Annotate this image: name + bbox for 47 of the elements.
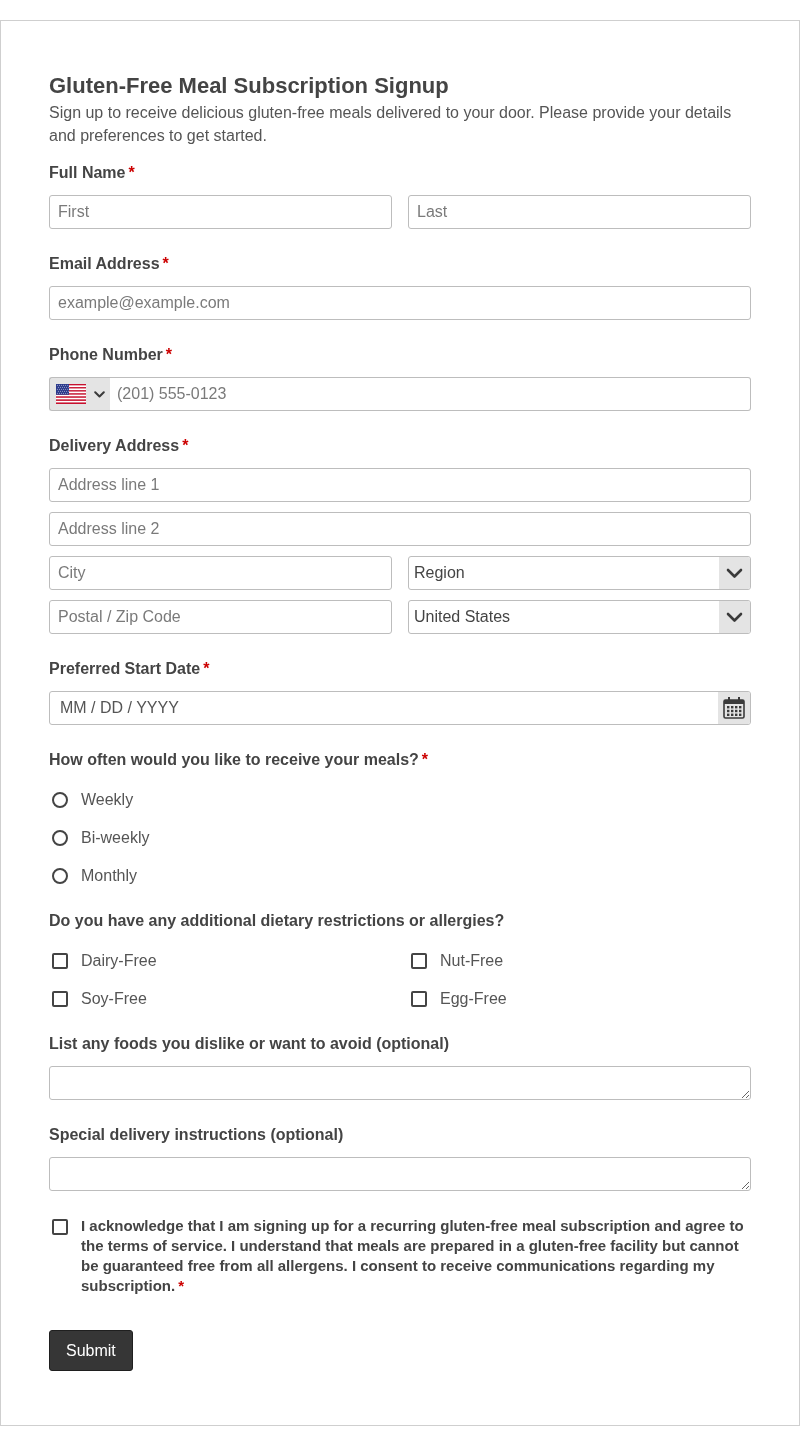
required-mark: * bbox=[203, 659, 210, 679]
required-mark: * bbox=[162, 254, 169, 274]
submit-button[interactable]: Submit bbox=[49, 1330, 133, 1371]
input-field[interactable]: Address line 2 bbox=[49, 512, 751, 546]
consent-text: I acknowledge that I am signing up for a recurring gluten-free meal subscription and agree to the terms of service. I understand that meals are prepared in a gluten-free facility but cannot be guaranteed free from all allergens. I consent to receive communications regarding my subscription. * bbox=[81, 1216, 745, 1296]
checkbox[interactable] bbox=[52, 1219, 68, 1235]
radio-button[interactable] bbox=[52, 792, 68, 808]
option-label: Egg-Free bbox=[440, 989, 507, 1009]
field-label: How often would you like to receive your meals? bbox=[49, 750, 419, 770]
option-label: Soy-Free bbox=[81, 989, 147, 1009]
checkbox[interactable] bbox=[52, 991, 68, 1007]
calendar-icon bbox=[718, 692, 750, 724]
field-label: Special delivery instructions (optional) bbox=[49, 1125, 344, 1145]
field-label: Email Address bbox=[49, 254, 160, 274]
dropdown[interactable]: United States bbox=[408, 600, 751, 634]
required-mark: * bbox=[128, 163, 135, 183]
radio-button[interactable] bbox=[52, 868, 68, 884]
input-field[interactable]: First bbox=[49, 195, 392, 229]
option-label: Dairy-Free bbox=[81, 951, 157, 971]
input-field[interactable]: example@example.com bbox=[49, 286, 751, 320]
form-description: Sign up to receive delicious gluten-free meals delivered to your door. Please provide your details and preferences to get started. bbox=[49, 103, 733, 146]
input-field[interactable]: Last bbox=[408, 195, 751, 229]
chevron-down-icon bbox=[719, 557, 750, 589]
input-field[interactable]: Postal / Zip Code bbox=[49, 600, 392, 634]
field-label: Delivery Address bbox=[49, 436, 180, 456]
radio-button[interactable] bbox=[52, 830, 68, 846]
required-mark: * bbox=[182, 436, 189, 456]
option-label: Bi-weekly bbox=[81, 828, 150, 848]
option-label: Nut-Free bbox=[440, 951, 504, 971]
field-label: List any foods you dislike or want to avoid (optional) bbox=[49, 1034, 450, 1054]
checkbox[interactable] bbox=[52, 953, 68, 969]
field-label: Preferred Start Date bbox=[49, 659, 201, 679]
option-label: Monthly bbox=[81, 866, 138, 886]
required-mark: * bbox=[165, 345, 173, 365]
option-label: Weekly bbox=[81, 790, 134, 810]
field-label: Do you have any additional dietary restrictions or allergies? bbox=[49, 911, 505, 931]
input-field[interactable]: City bbox=[49, 556, 392, 590]
chevron-down-icon bbox=[719, 601, 750, 633]
checkbox[interactable] bbox=[411, 991, 427, 1007]
field-label: Full Name bbox=[49, 163, 126, 183]
field-label: Phone Number bbox=[49, 345, 163, 365]
input-field[interactable]: Address line 1 bbox=[49, 468, 751, 502]
checkbox[interactable] bbox=[411, 953, 427, 969]
form-title: Gluten-Free Meal Subscription Signup bbox=[49, 72, 450, 100]
dropdown[interactable]: Region bbox=[408, 556, 751, 590]
required-mark: * bbox=[421, 750, 429, 770]
date-field[interactable]: MM / DD / YYYY bbox=[49, 691, 751, 725]
